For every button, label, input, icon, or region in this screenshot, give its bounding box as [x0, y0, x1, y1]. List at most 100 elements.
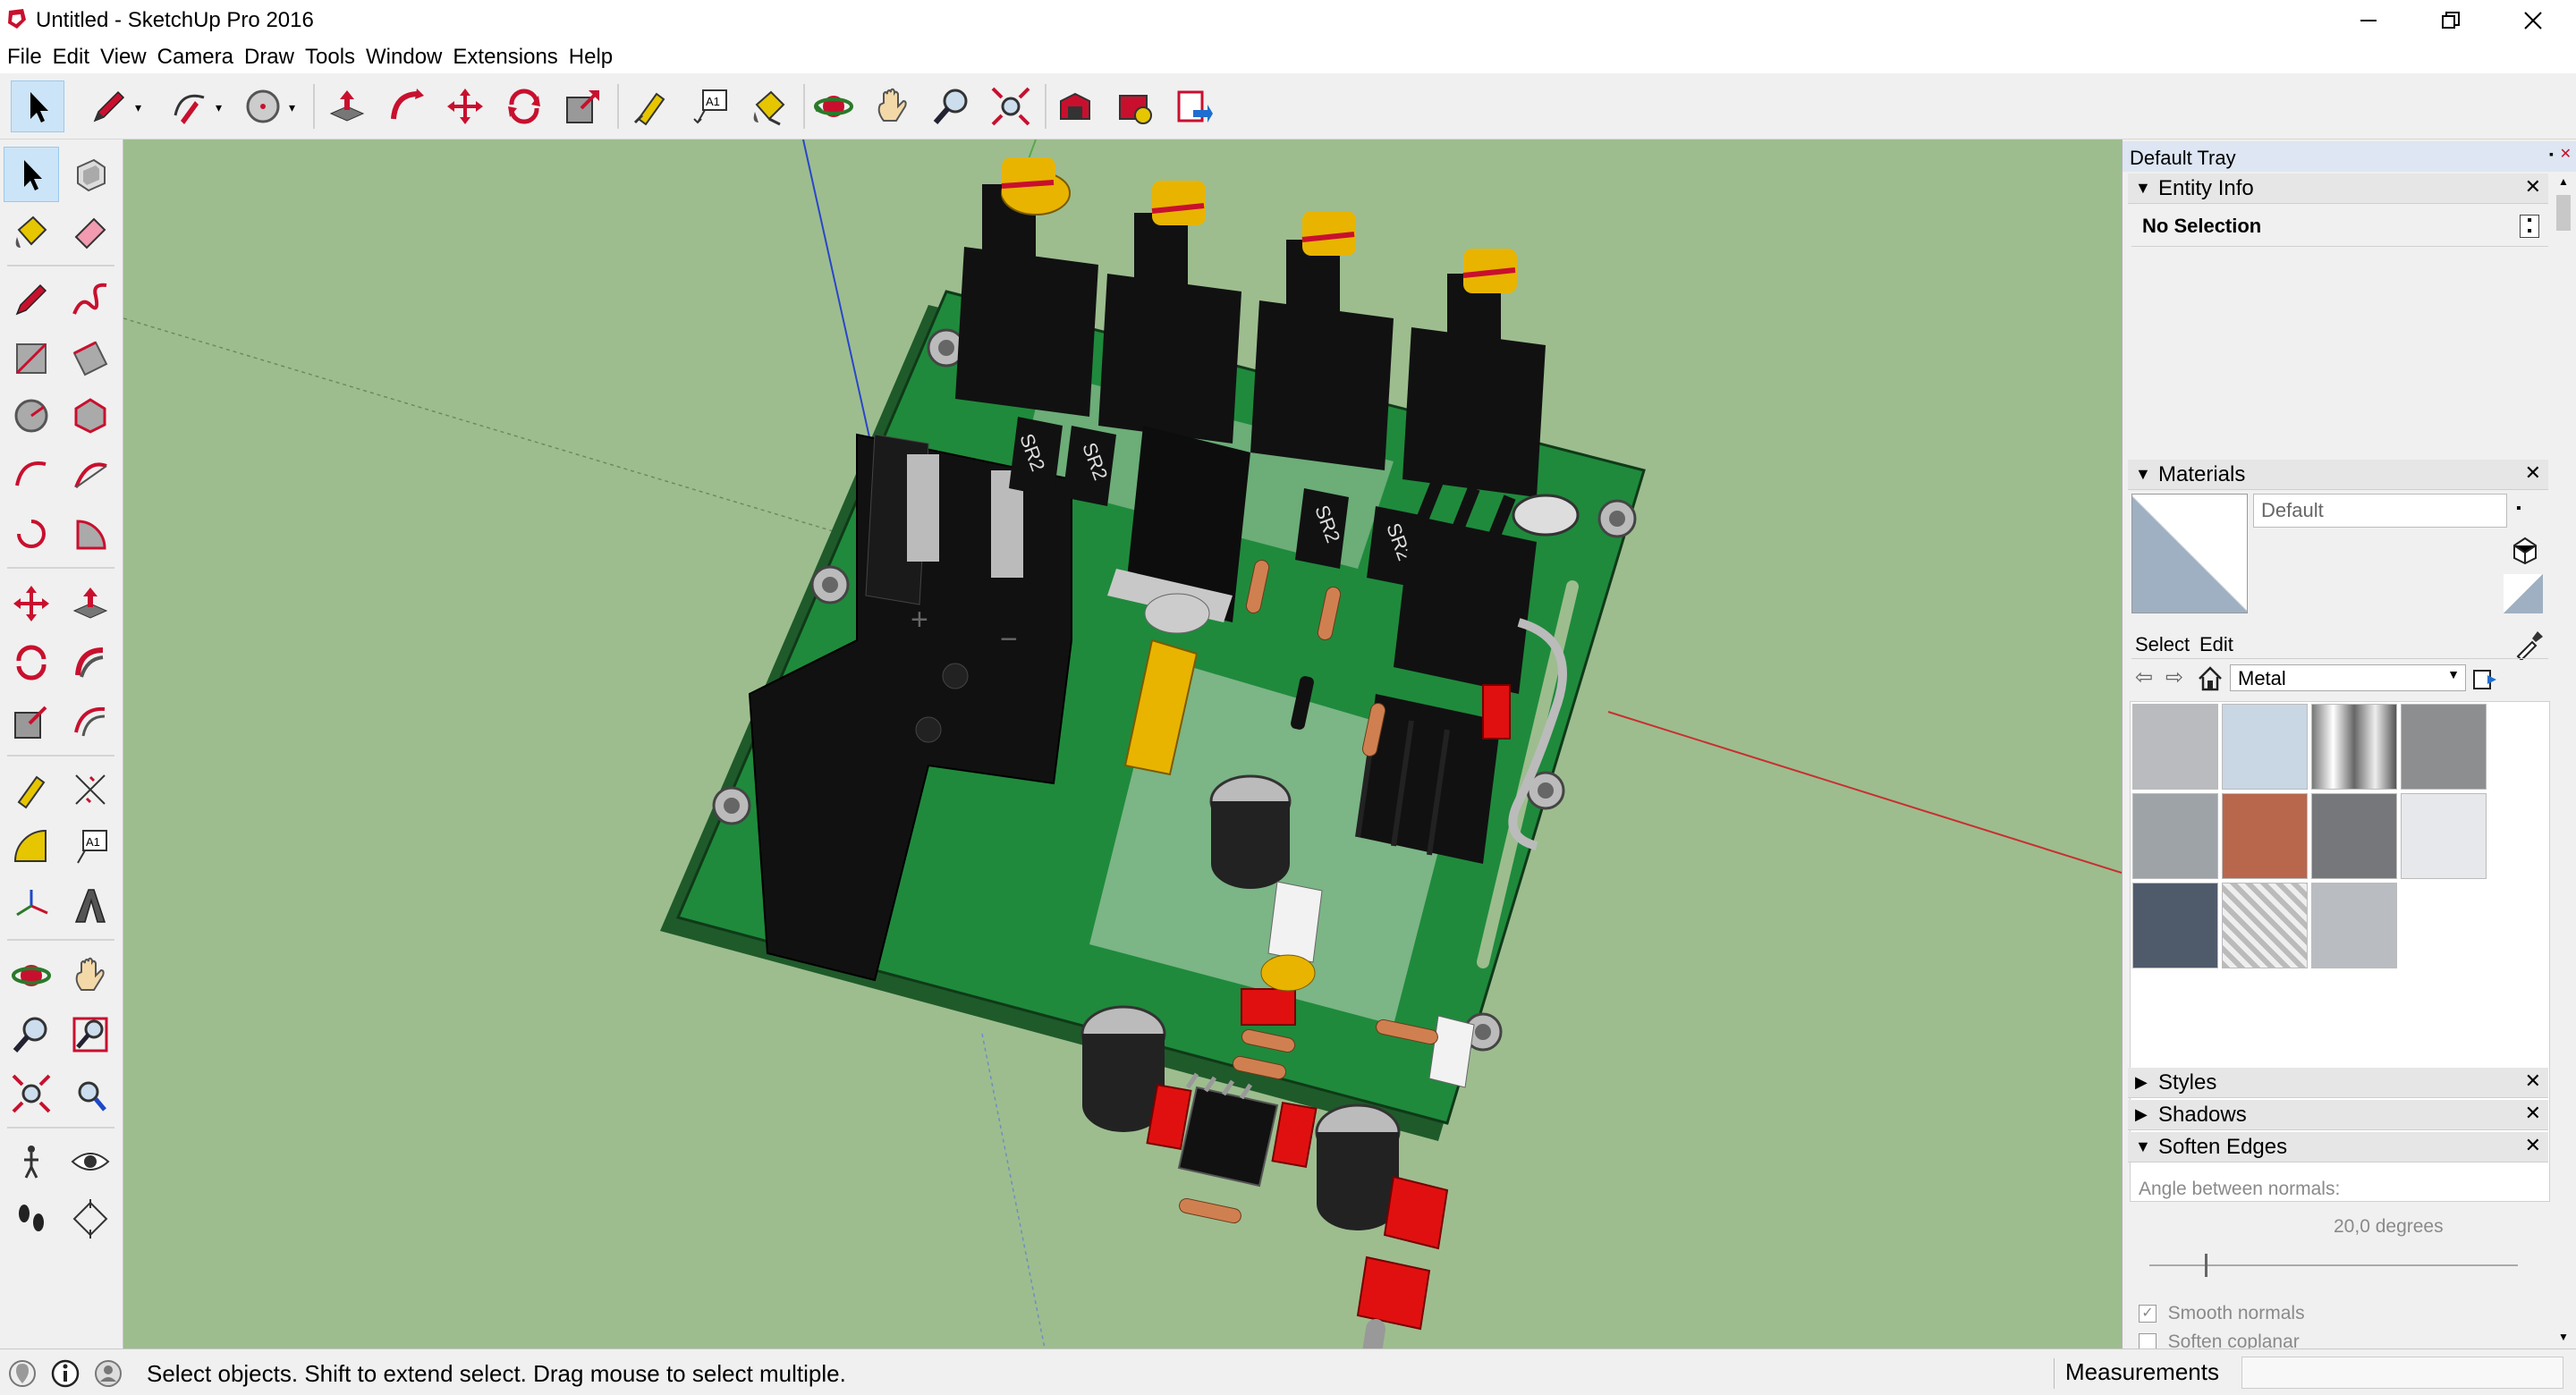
push-pull-tool-button[interactable]	[320, 80, 374, 132]
details-icon[interactable]	[2471, 666, 2498, 693]
scroll-down-icon[interactable]: ▼	[2558, 1331, 2569, 1343]
menu-help[interactable]: Help	[567, 41, 622, 73]
shadows-panel-header[interactable]: ▶ Shadows ✕	[2128, 1100, 2548, 1130]
zoom-tool-button[interactable]	[925, 80, 979, 132]
scroll-up-icon[interactable]: ▲	[2558, 175, 2569, 188]
material-library-select[interactable]: Metal ▼	[2230, 664, 2466, 691]
menu-view[interactable]: View	[98, 41, 156, 73]
circle-tool-button[interactable]: ▾	[236, 80, 295, 132]
tab-edit[interactable]: Edit	[2199, 633, 2233, 656]
minimize-button[interactable]	[2327, 0, 2410, 41]
paint-bucket-tool-button[interactable]	[742, 80, 796, 132]
slider-thumb[interactable]	[2204, 1254, 2207, 1277]
left-offset-button[interactable]	[63, 694, 118, 749]
layout-button[interactable]	[1166, 80, 1220, 132]
material-swatch[interactable]	[2222, 883, 2308, 968]
tray-scrollbar[interactable]: ▲ ▼	[2551, 173, 2576, 1345]
material-swatch[interactable]	[2222, 793, 2308, 879]
follow-me-tool-button[interactable]	[379, 80, 433, 132]
forward-arrow-icon[interactable]: ⇨	[2165, 664, 2183, 690]
tray-pin-icon[interactable]: ▪	[2549, 147, 2554, 161]
left-3d-text-button[interactable]	[63, 878, 118, 934]
home-icon[interactable]	[2196, 664, 2224, 693]
left-zoom-button[interactable]	[4, 1007, 59, 1062]
menu-tools[interactable]: Tools	[303, 41, 364, 73]
menu-window[interactable]: Window	[364, 41, 451, 73]
left-orbit-button[interactable]	[4, 948, 59, 1003]
material-swatch[interactable]	[2132, 793, 2218, 879]
material-swatch[interactable]	[2132, 883, 2218, 968]
text-tool-button[interactable]: A1	[683, 80, 737, 132]
left-line-button[interactable]	[4, 272, 59, 327]
menu-edit[interactable]: Edit	[51, 41, 98, 73]
eyedropper-icon[interactable]	[2512, 628, 2545, 660]
move-tool-button[interactable]	[438, 80, 492, 132]
soften-edges-panel-header[interactable]: ▼ Soften Edges ✕	[2128, 1132, 2548, 1162]
close-icon[interactable]: ✕	[2525, 461, 2541, 485]
material-swatch[interactable]	[2401, 793, 2487, 879]
left-eraser-button[interactable]	[63, 204, 118, 259]
left-freehand-button[interactable]	[63, 272, 118, 327]
close-icon[interactable]: ✕	[2525, 1134, 2541, 1157]
left-move-button[interactable]	[4, 576, 59, 631]
styles-panel-header[interactable]: ▶ Styles ✕	[2128, 1068, 2548, 1098]
left-section-plane-button[interactable]	[63, 1191, 118, 1247]
left-rotate-button[interactable]	[4, 635, 59, 690]
measurements-input[interactable]	[2241, 1357, 2563, 1389]
model-scene[interactable]: + − SR2 SR2 SR2 SR2	[123, 140, 2122, 1348]
select-tool-button[interactable]	[11, 80, 64, 132]
left-zoom-window-button[interactable]	[63, 1007, 118, 1062]
left-two-point-arc-button[interactable]	[63, 447, 118, 503]
arc-tool-button[interactable]: ▾	[163, 80, 222, 132]
material-swatch[interactable]	[2222, 704, 2308, 790]
left-select-button[interactable]	[4, 147, 59, 202]
close-icon[interactable]: ✕	[2525, 175, 2541, 199]
left-scale-button[interactable]	[4, 694, 59, 749]
rotate-tool-button[interactable]	[497, 80, 551, 132]
left-follow-me-button[interactable]	[63, 635, 118, 690]
info-icon[interactable]	[50, 1358, 80, 1389]
menu-draw[interactable]: Draw	[242, 41, 303, 73]
menu-extensions[interactable]: Extensions	[451, 41, 566, 73]
left-pie-button[interactable]	[63, 506, 118, 562]
close-window-button[interactable]	[2492, 0, 2574, 41]
tray-close-icon[interactable]: ✕	[2560, 145, 2572, 163]
left-look-around-button[interactable]	[63, 1134, 118, 1189]
scale-tool-button[interactable]	[556, 80, 610, 132]
left-polygon-button[interactable]	[63, 388, 118, 444]
sample-paint-icon[interactable]	[2509, 535, 2541, 565]
smooth-normals-checkbox[interactable]: ✓	[2139, 1304, 2157, 1323]
left-text-button[interactable]: A1	[63, 819, 118, 875]
left-push-pull-button[interactable]	[63, 576, 118, 631]
entity-info-panel-header[interactable]: ▼ Entity Info ✕	[2128, 173, 2548, 204]
material-swatch[interactable]	[2401, 704, 2487, 790]
left-pan-button[interactable]	[63, 948, 118, 1003]
left-zoom-extents-button[interactable]	[4, 1066, 59, 1121]
model-viewport[interactable]: + − SR2 SR2 SR2 SR2	[123, 140, 2122, 1348]
close-icon[interactable]: ✕	[2525, 1070, 2541, 1093]
left-walk-button[interactable]	[4, 1191, 59, 1247]
details-expand-icon[interactable]: ▪ ▪	[2520, 214, 2539, 239]
left-arc-button[interactable]	[4, 447, 59, 503]
tape-measure-tool-button[interactable]	[624, 80, 678, 132]
material-name-field[interactable]	[2253, 494, 2507, 528]
left-three-point-arc-button[interactable]	[4, 506, 59, 562]
left-axes-button[interactable]	[4, 878, 59, 934]
create-material-icon[interactable]: ▪	[2516, 501, 2521, 517]
material-swatch[interactable]	[2311, 704, 2397, 790]
close-icon[interactable]: ✕	[2525, 1102, 2541, 1125]
angle-slider[interactable]	[2149, 1254, 2518, 1277]
left-position-camera-button[interactable]	[4, 1134, 59, 1189]
left-rectangle-button[interactable]	[4, 331, 59, 386]
left-dimension-button[interactable]	[63, 762, 118, 817]
zoom-extents-tool-button[interactable]	[984, 80, 1038, 132]
warehouse-button[interactable]	[1048, 80, 1102, 132]
pan-tool-button[interactable]	[866, 80, 919, 132]
scroll-thumb[interactable]	[2556, 195, 2571, 231]
orbit-tool-button[interactable]	[807, 80, 860, 132]
materials-panel-header[interactable]: ▼ Materials ✕	[2128, 460, 2548, 490]
geolocation-icon[interactable]	[7, 1358, 38, 1389]
left-tape-measure-button[interactable]	[4, 762, 59, 817]
left-paint-bucket-button[interactable]	[4, 204, 59, 259]
menu-file[interactable]: File	[5, 41, 51, 73]
